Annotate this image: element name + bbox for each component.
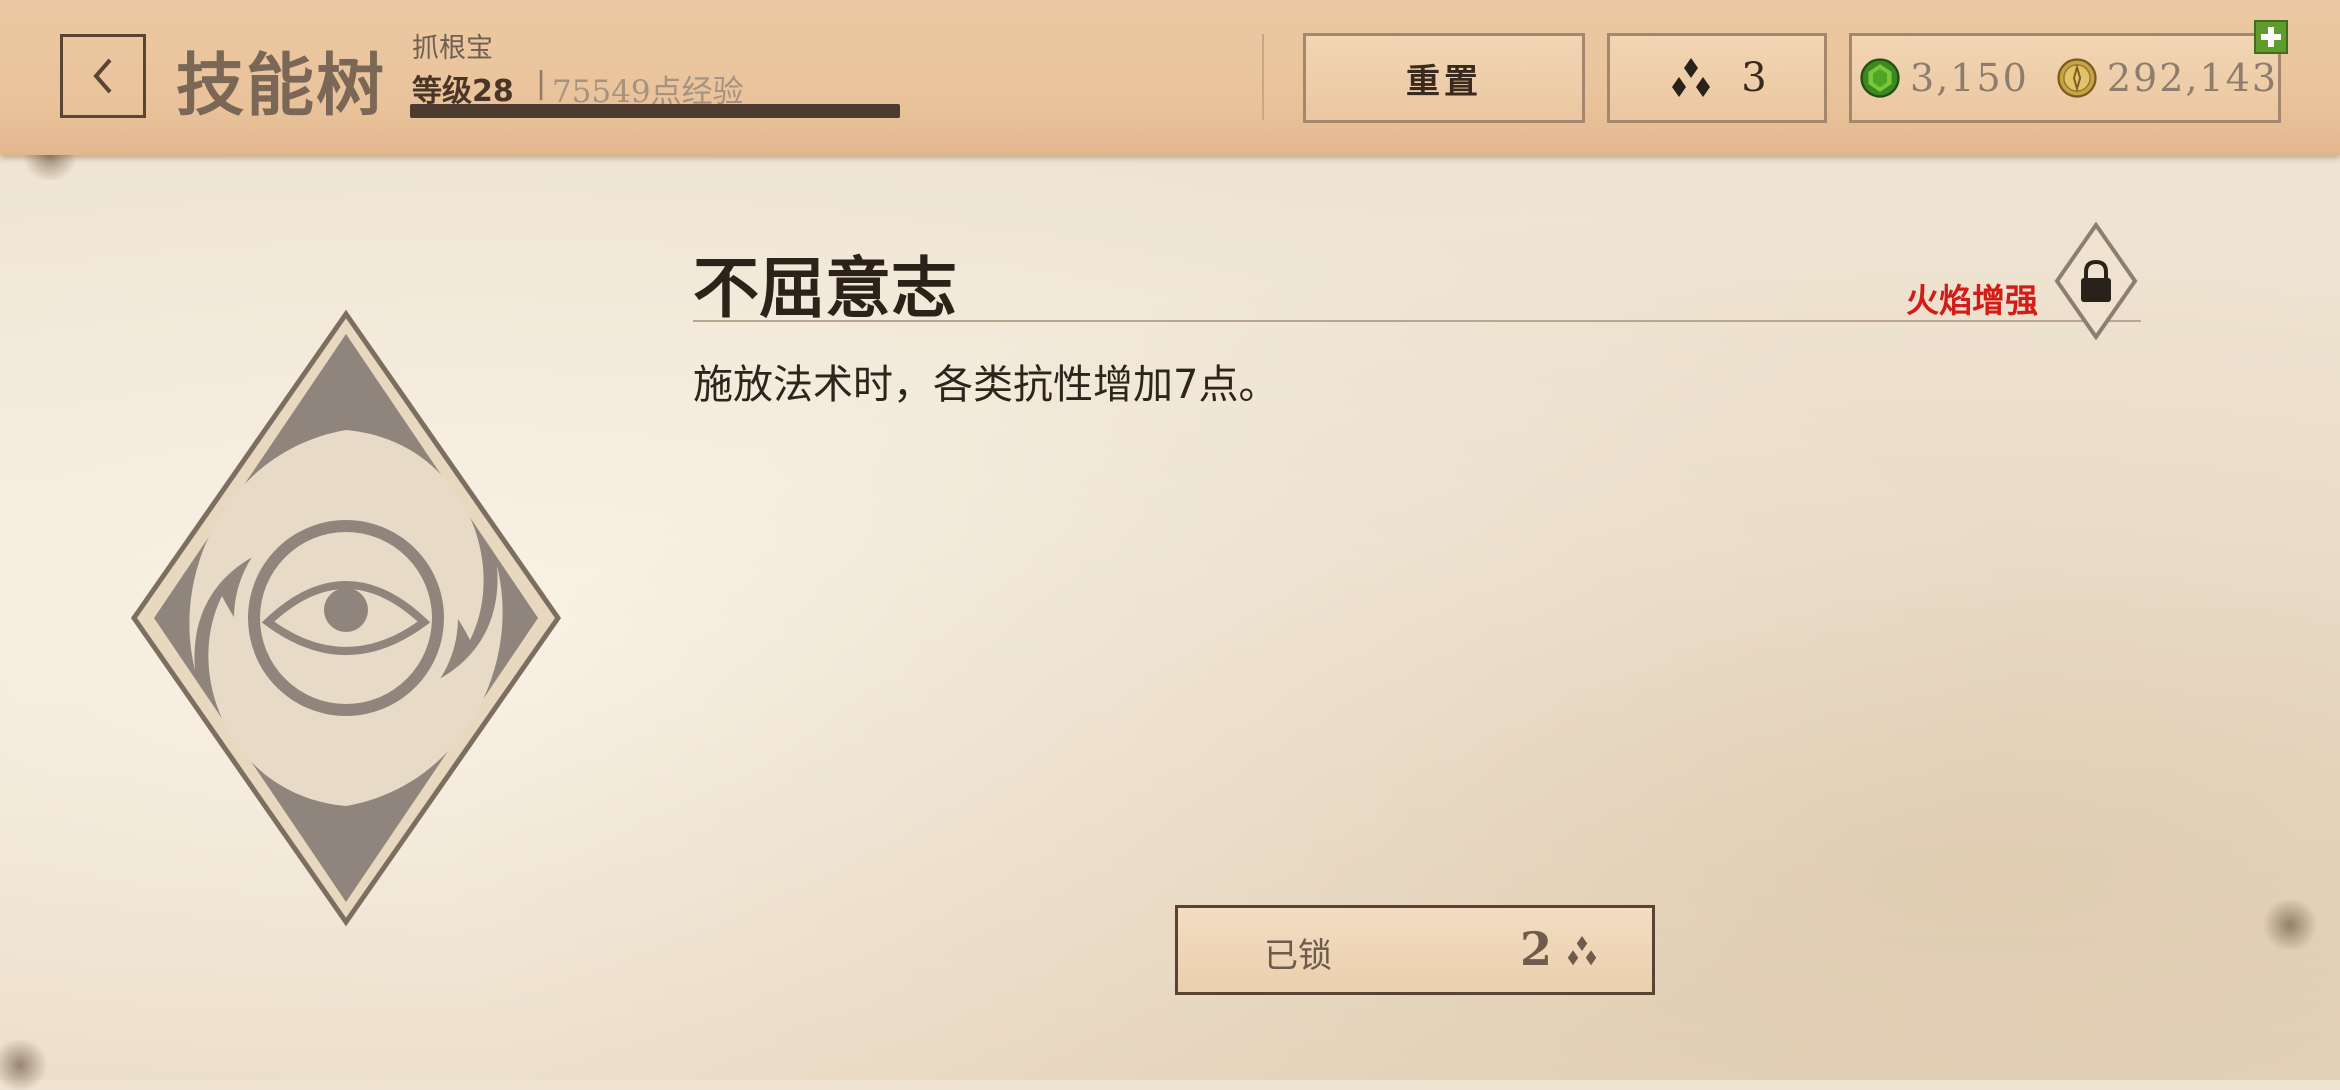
skill-points-count: 3 — [1741, 55, 1767, 101]
requirement-lock[interactable] — [2054, 222, 2138, 340]
locked-button[interactable]: 已锁 2 — [1175, 905, 1655, 995]
chevron-left-icon — [93, 58, 112, 94]
reset-button[interactable]: 重置 — [1303, 33, 1585, 123]
eye-spiral-icon — [130, 310, 562, 926]
requirement-label: 火焰增强 — [1906, 281, 2038, 320]
skill-cost: 2 — [1520, 922, 1553, 976]
locked-label: 已锁 — [1264, 936, 1332, 976]
skill-points-icon — [1567, 936, 1597, 966]
add-currency-button[interactable] — [2254, 20, 2288, 54]
page-title: 技能树 — [176, 47, 387, 126]
paper-stain — [2260, 900, 2320, 950]
level-separator: | — [536, 66, 547, 101]
skill-points-icon — [1672, 58, 1711, 97]
back-button[interactable] — [60, 34, 146, 118]
gem-count: 3,150 — [1910, 56, 2029, 100]
gold-coin-icon — [2057, 58, 2097, 98]
xp-progress-bar — [410, 104, 900, 118]
player-name: 抓根宝 — [412, 33, 493, 64]
plus-icon — [2261, 27, 2281, 47]
skill-points-display: 3 — [1607, 33, 1827, 123]
gold-count: 292,143 — [2106, 56, 2278, 100]
currency-display[interactable]: 3,150 292,143 — [1849, 33, 2281, 123]
green-gem-icon — [1860, 58, 1900, 98]
top-bar: 技能树 抓根宝 等级28 | 75549点经验 重置 3 3,150 292,1… — [0, 0, 2340, 155]
reset-label: 重置 — [1406, 61, 1482, 102]
skill-description: 施放法术时，各类抗性增加7点。 — [693, 362, 1279, 408]
header-divider — [1262, 34, 1264, 120]
skill-title: 不屈意志 — [693, 250, 957, 327]
paper-stain — [0, 1040, 50, 1090]
